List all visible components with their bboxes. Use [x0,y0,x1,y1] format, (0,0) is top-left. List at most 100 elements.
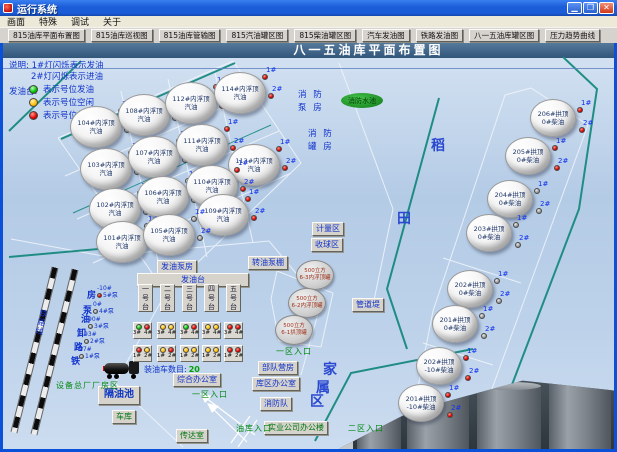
bay-lamp-number: 2# [191,354,199,360]
lamp-number-label: 1# [249,189,259,196]
map-label-油库入口: 油库入口 [236,423,272,435]
bay-lamp-labels: 1#2# [157,354,176,360]
lamp-number-label: 2# [540,201,550,208]
tank-name: 107#内浮顶 [135,149,172,157]
toolbar-button-815汽油罐区图[interactable]: 815汽油罐区图 [226,29,288,42]
bay-lamp-number: 1# [157,354,165,360]
toolbar-button-汽车发油图[interactable]: 汽车发油图 [362,29,410,42]
dispatch-pump-house-label: 发油泵房 [157,260,197,274]
indicator-lamp: 1# [552,138,566,151]
bay-lamp-labels: 1#2# [133,354,152,360]
small-tank-name: 6-1拱顶罐 [281,330,306,337]
tank-product: 汽油 [248,165,261,173]
bay-lamp-number: 2# [235,354,243,360]
bay-lamp-number: 3# [157,331,165,337]
diesel-tank-206#拱顶: 206#拱顶0#柴油 [530,99,576,137]
gasoline-tank-112#内浮顶: 112#内浮顶汽油 [165,82,217,124]
toolbar-button-815油库巡视图[interactable]: 815油库巡视图 [91,29,153,42]
map-label-消防队: 消防队 [260,397,292,411]
lamp-number-label: 2# [234,138,244,145]
close-button[interactable]: ✕ [599,2,614,14]
small-tank-volume: 500立方 [304,268,326,275]
plant-map: 八一五油库平面布置图 [3,43,614,449]
tank-name: 206#拱顶 [538,110,569,118]
lamp-bulb-red [447,412,453,418]
photo-tank [477,385,541,449]
bay-label-一号台: 一 号 台 [138,284,153,312]
lamp-bulb-gray [515,242,521,248]
bay-lamp-panel: 1#2# [133,345,152,362]
tank-product: 0#柴油 [542,118,565,126]
pump-name: 5#泵 [103,292,118,299]
bay-lamp-panel: 1#2# [202,345,221,362]
indicator-lamp: 2# [496,291,510,304]
lamp-bulb-red [577,107,583,113]
toolbar-button-815油库平面布置图[interactable]: 815油库平面布置图 [8,29,85,42]
pump-lamp-gray [93,309,98,314]
tank-name: 201#拱顶 [406,395,437,403]
toolbar: 815油库平面布置图 815油库巡视图 815油库管输图 815汽油罐区图 815柴油罐… [0,27,617,43]
bay-lamp-labels: 1#2# [224,354,243,360]
maximize-button[interactable]: ❐ [583,2,598,14]
minimize-button[interactable]: ▁ [567,2,582,14]
railway-pump-2#泵: 93#2#泵 [84,331,105,345]
indicator-lamp: 1# [494,271,508,284]
tank-name: 109#内浮顶 [204,207,241,215]
railway-track [31,269,79,436]
bay-label-二号台: 二 号 台 [160,284,175,312]
lamp-bulb-red [579,127,585,133]
lamp-bulb-red [276,146,282,152]
pump-name: 4#泵 [99,308,114,315]
lamp-number-label: 2# [500,291,510,298]
small-tank-6-1拱顶罐: 500立方6-1拱顶罐 [275,315,313,345]
map-label-综合办公室: 综合办公室 [173,373,221,387]
lamp-bulb-red [445,392,451,398]
tank-name: 101#内浮顶 [103,234,140,242]
bay-lamp-number: 4# [144,331,152,337]
tank-product: 汽油 [185,103,198,111]
lamp-number-label: 2# [583,120,593,127]
app-window: 运行系统 ▁ ❐ ✕ 画面特殊调试关于 815油库平面布置图815油库巡视图81… [0,0,617,452]
page-title: 八一五油库平面布置图 [3,43,614,58]
bay-lamp-labels: 3#4# [224,331,243,337]
legend-item: 表示号位空闲 [29,96,94,108]
lamp-number-label: 2# [485,326,495,333]
bay-lamp-panel: 1#2# [157,345,176,362]
gasoline-tank-103#内浮顶: 103#内浮顶汽油 [80,148,132,190]
small-tank-6-3内浮顶罐: 500立方6-3内浮顶罐 [296,260,334,290]
legend-line-2: 2#灯闪烁表示进油 [31,70,103,82]
tank-product: 0#柴油 [499,199,522,207]
toolbar-button-压力趋势曲线[interactable]: 压力趋势曲线 [545,29,600,42]
toolbar-button-815油库管输图[interactable]: 815油库管输图 [159,29,221,42]
toolbar-button-815柴油罐区图[interactable]: 815柴油罐区图 [294,29,356,42]
gasoline-tank-106#内浮顶: 106#内浮顶汽油 [137,176,189,218]
pump-lamp-red [97,293,102,298]
pump-grade: 93# [84,331,105,338]
menu-bar: 画面特殊调试关于 [0,16,617,27]
lamp-number-label: 2# [558,158,568,165]
toolbar-button-铁路发油图[interactable]: 铁路发油图 [416,29,464,42]
toolbar-button-八一五油库罐区图[interactable]: 八一五油库罐区图 [469,29,539,42]
tank-name: 104#内浮顶 [77,119,114,127]
map-label-转油泵棚: 转油泵棚 [248,256,288,270]
lamp-number-label: 2# [244,179,254,186]
pump-row: 4#泵 [93,308,114,315]
indicator-lamp: 2# [282,158,296,171]
legend-divider [3,68,614,69]
bay-lamp-panel: 3#4# [157,322,176,339]
tank-name: 201#拱顶 [440,316,471,324]
bay-lamp-panel: 1#2# [224,345,243,362]
pump-lamp-gray [79,354,84,359]
pump-grade: 90# [88,316,109,323]
bay-lamp-labels: 1#2# [180,354,199,360]
bay-lamp-number: 2# [213,354,221,360]
indicator-lamp: 1# [224,119,238,132]
lamp-bulb-gray [513,222,519,228]
map-label-设备总厂厂房区: 设备总厂厂房区 [56,380,119,392]
red-legend-dot [29,111,38,120]
tank-product: 0#柴油 [459,289,482,297]
map-label-消防泵房: 消 防 泵 房 [298,89,324,115]
lamp-bulb-gray [494,278,500,284]
gasoline-tank-108#内浮顶: 108#内浮顶汽油 [118,94,170,136]
bay-lamp-panel: 3#4# [133,322,152,339]
